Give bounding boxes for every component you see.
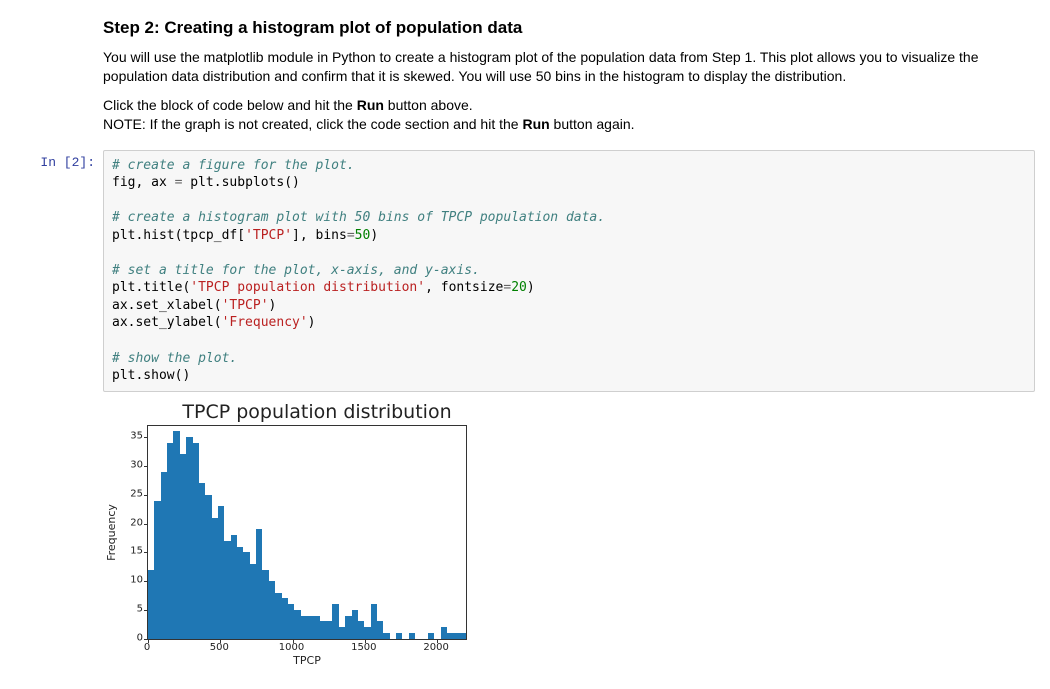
- ytick-mark: [144, 610, 148, 611]
- step-heading: Step 2: Creating a histogram plot of pop…: [103, 18, 1035, 38]
- code-l2s: 'TPCP': [245, 228, 292, 243]
- chart-xlabel: TPCP: [147, 654, 467, 667]
- code-l3b: , fontsize: [425, 280, 503, 295]
- xtick-label: 0: [144, 642, 150, 653]
- histogram-bar: [460, 633, 466, 639]
- code-l3a: plt.title(: [112, 280, 190, 295]
- code-l2b: ], bins: [292, 228, 347, 243]
- ytick-label: 30: [130, 459, 143, 470]
- histogram-bar: [428, 633, 434, 639]
- step-paragraph-2: Click the block of code below and hit th…: [103, 96, 1035, 134]
- p2-run-bold: Run: [357, 97, 384, 113]
- code-l1b: plt.subplots(): [182, 175, 299, 190]
- step-paragraph-1: You will use the matplotlib module in Py…: [103, 48, 1035, 86]
- ytick-mark: [144, 495, 148, 496]
- chart-ylabel: Frequency: [105, 504, 118, 561]
- code-l5a: ax.set_ylabel(: [112, 315, 222, 330]
- code-l3n: 20: [511, 280, 527, 295]
- code-area[interactable]: # create a figure for the plot. fig, ax …: [103, 150, 1035, 392]
- chart-bars: [148, 426, 466, 639]
- ytick-label: 10: [130, 575, 143, 586]
- code-l5b: ): [308, 315, 316, 330]
- ytick-label: 15: [130, 546, 143, 557]
- ytick-label: 20: [130, 517, 143, 528]
- p3-run-bold: Run: [522, 116, 549, 132]
- p2-text-a: Click the block of code below and hit th…: [103, 97, 357, 113]
- code-l2c: ): [370, 228, 378, 243]
- code-l5s: 'Frequency': [222, 315, 308, 330]
- output-cell: TPCP population distribution Frequency 0…: [15, 394, 1035, 667]
- code-l3c: ): [527, 280, 535, 295]
- xtick-label: 1000: [279, 642, 304, 653]
- code-comment-1: # create a figure for the plot.: [112, 158, 355, 173]
- chart-plot-area: [147, 425, 467, 640]
- ylabel-column: Frequency: [103, 425, 119, 640]
- code-cell-body[interactable]: # create a figure for the plot. fig, ax …: [103, 150, 1035, 392]
- ytick-label: 0: [137, 632, 143, 643]
- p3-text-a: NOTE: If the graph is not created, click…: [103, 116, 522, 132]
- p3-text-c: button again.: [550, 116, 635, 132]
- chart-title: TPCP population distribution: [151, 401, 483, 423]
- ytick-label: 5: [137, 603, 143, 614]
- p2-text-c: button above.: [384, 97, 473, 113]
- code-comment-2: # create a histogram plot with 50 bins o…: [112, 210, 605, 225]
- code-comment-4: # show the plot.: [112, 351, 237, 366]
- code-l2n: 50: [355, 228, 371, 243]
- code-l4b: ): [269, 298, 277, 313]
- chart-row: Frequency 0 5 10 15 20 25 30 35: [103, 425, 483, 640]
- input-prompt: In [2]:: [15, 150, 103, 170]
- code-l2a: plt.hist(tpcp_df[: [112, 228, 245, 243]
- histogram-bar: [383, 633, 389, 639]
- output-area: TPCP population distribution Frequency 0…: [103, 398, 1035, 667]
- xtick-label: 1500: [351, 642, 376, 653]
- xtick-label: 500: [210, 642, 229, 653]
- xtick-label: 2000: [423, 642, 448, 653]
- code-comment-3: # set a title for the plot, x-axis, and …: [112, 263, 480, 278]
- xticks-row: 0 500 1000 1500 2000: [147, 640, 467, 654]
- code-l3s: 'TPCP population distribution': [190, 280, 425, 295]
- ytick-mark: [144, 466, 148, 467]
- code-cell: In [2]: # create a figure for the plot. …: [15, 150, 1035, 392]
- ytick-mark: [144, 552, 148, 553]
- histogram-bar: [396, 633, 402, 639]
- ytick-label: 35: [130, 431, 143, 442]
- code-l6: plt.show(): [112, 368, 190, 383]
- ytick-mark: [144, 524, 148, 525]
- code-l4a: ax.set_xlabel(: [112, 298, 222, 313]
- ytick-mark: [144, 437, 148, 438]
- code-l1a: fig, ax: [112, 175, 175, 190]
- code-l4s: 'TPCP': [222, 298, 269, 313]
- markdown-cell: Step 2: Creating a histogram plot of pop…: [15, 10, 1035, 148]
- yticks-column: 0 5 10 15 20 25 30 35: [119, 425, 147, 640]
- ytick-mark: [144, 581, 148, 582]
- ytick-label: 25: [130, 488, 143, 499]
- code-l2eq: =: [347, 228, 355, 243]
- markdown-body: Step 2: Creating a histogram plot of pop…: [103, 10, 1035, 148]
- histogram-figure: TPCP population distribution Frequency 0…: [103, 401, 483, 667]
- histogram-bar: [409, 633, 415, 639]
